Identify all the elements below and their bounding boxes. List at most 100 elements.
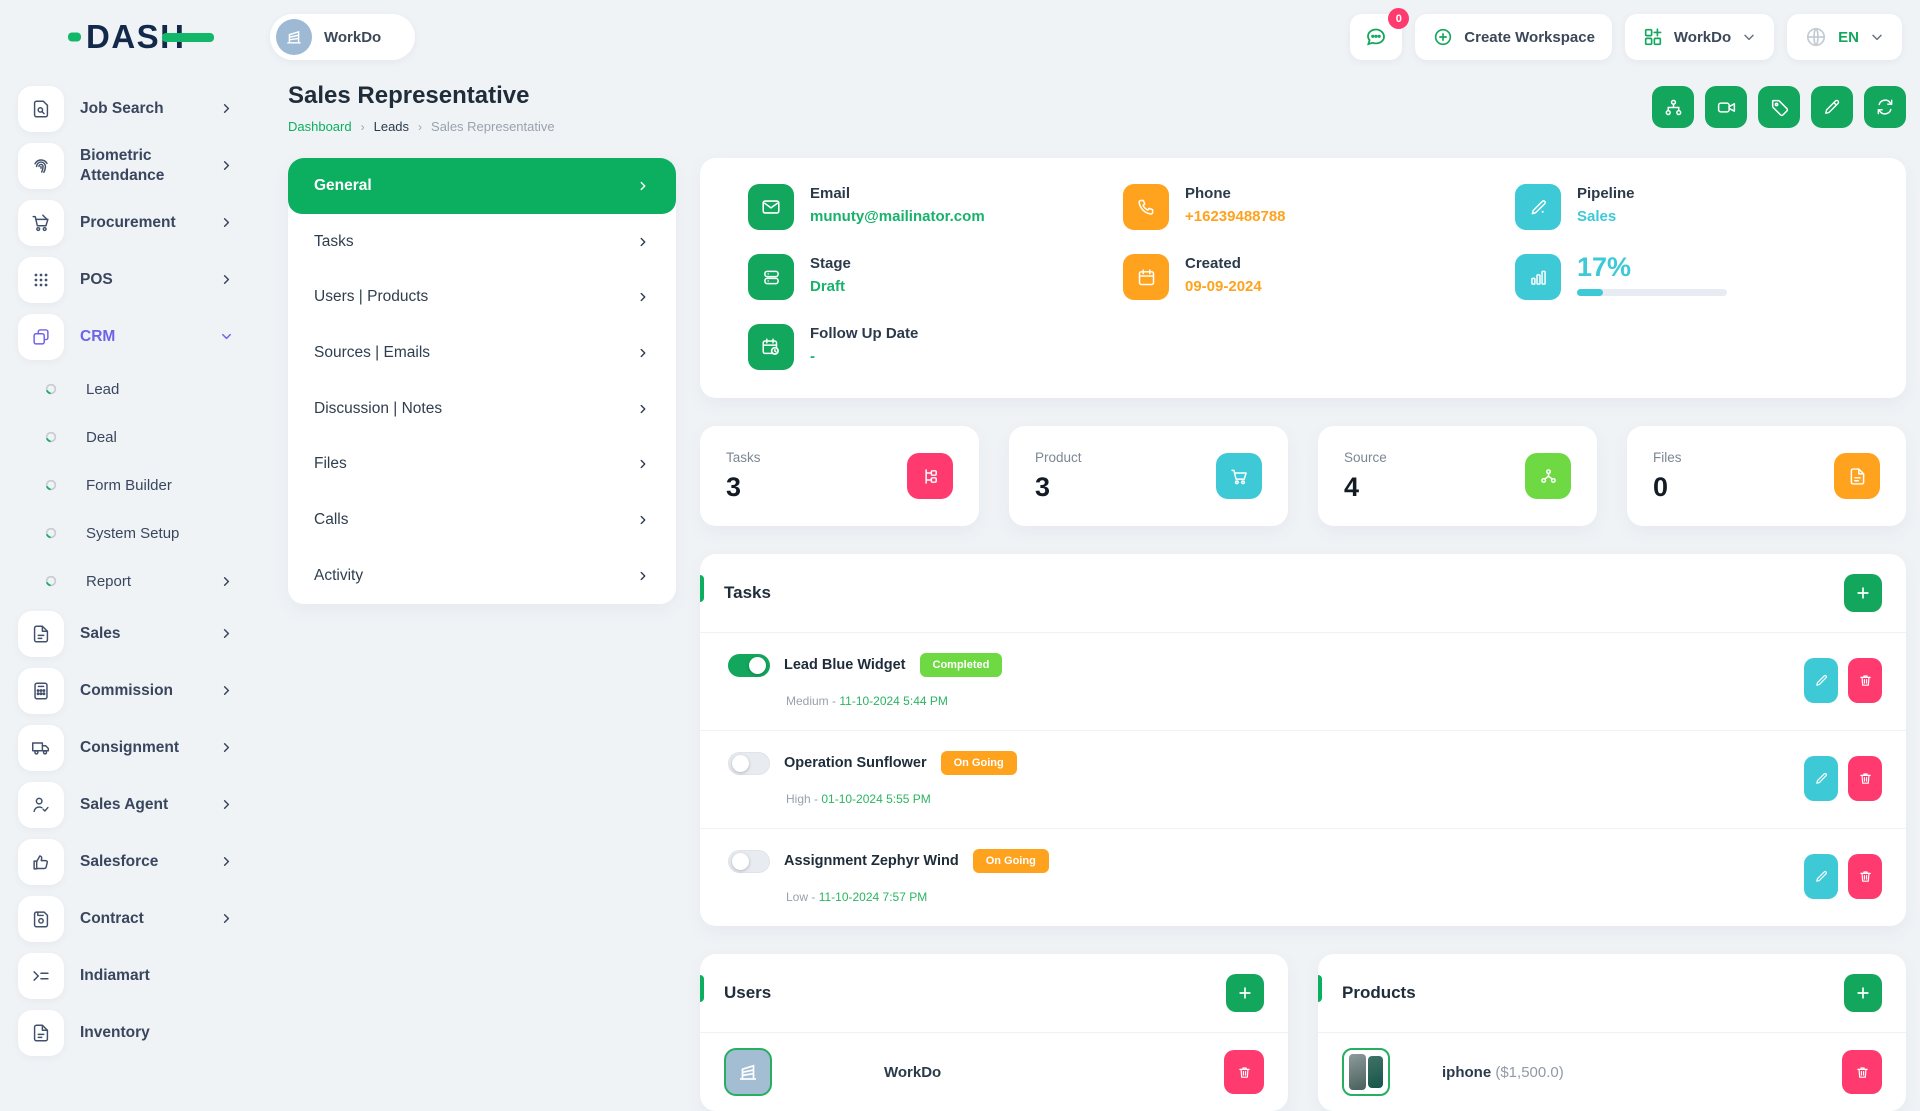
task-complete-toggle[interactable] [728,654,770,677]
tab-files[interactable]: Files [288,436,676,492]
stat-card-files: Files 0 [1627,426,1906,526]
trash-icon [1858,673,1873,688]
breadcrumb-current: Sales Representative [431,119,555,134]
product-name-price: iphone ($1,500.0) [1442,1064,1564,1081]
tab-activity[interactable]: Activity [288,548,676,604]
chevron-right-icon [219,626,234,641]
notification-badge: 0 [1388,8,1409,29]
edit-lead-button[interactable] [1811,86,1853,128]
delete-task-button[interactable] [1848,854,1882,899]
delete-task-button[interactable] [1848,658,1882,703]
sidebar-subitem-form-builder[interactable]: Form Builder [18,461,262,509]
sidebar-item-sales[interactable]: Sales [18,605,262,662]
bullet-icon [44,574,58,588]
task-complete-toggle[interactable] [728,752,770,775]
sidebar-item-salesforce[interactable]: Salesforce [18,833,262,890]
tab-general[interactable]: General [288,158,676,214]
sidebar-item-inventory[interactable]: Inventory [18,1004,262,1061]
tasks-section: Tasks Lead Blue Widget Completed [700,554,1906,926]
breadcrumb: Dashboard › Leads › Sales Representative [288,119,555,134]
stat-card-tasks: Tasks 3 [700,426,979,526]
lead-progress-bar[interactable] [1577,289,1727,296]
meeting-video-button[interactable] [1705,86,1747,128]
tab-calls[interactable]: Calls [288,492,676,548]
sidebar-item-crm[interactable]: CRM [18,308,262,365]
building-icon [736,1060,760,1084]
chevron-down-icon [1869,29,1885,45]
file-icon [18,1010,64,1056]
lead-general-info-card: Email munuty@mailinator.com Phone +16239… [700,158,1906,398]
cart-icon [1216,453,1262,499]
add-task-button[interactable] [1844,574,1882,612]
chat-icon [1364,25,1388,49]
chevron-right-icon [219,272,234,287]
sidebar-item-indiamart[interactable]: Indiamart [18,947,262,1004]
truck-icon [18,725,64,771]
dash-logo[interactable]: DASH [18,18,270,56]
sidebar-item-biometric-attendance[interactable]: Biometric Attendance [18,137,262,194]
task-complete-toggle[interactable] [728,850,770,873]
sidebar-item-pos[interactable]: POS [18,251,262,308]
workspace-dropdown[interactable]: WorkDo [1625,14,1774,60]
messages-button[interactable]: 0 [1350,14,1402,60]
created-value: 09-09-2024 [1185,278,1262,295]
chevron-right-icon [636,290,650,304]
follow-up-value: - [810,348,918,365]
sidebar-subitem-report[interactable]: Report [18,557,262,605]
chevron-right-icon [636,569,650,583]
trash-icon [1858,771,1873,786]
create-workspace-button[interactable]: Create Workspace [1415,14,1612,60]
workspace-avatar [276,19,312,55]
convert-to-deal-button[interactable] [1864,86,1906,128]
sidebar-item-job-search[interactable]: Job Search [18,80,262,137]
lead-progress-percent: 17% [1577,254,1727,281]
plus-circle-icon [1432,26,1454,48]
plus-icon [1236,984,1254,1002]
sidebar-subitem-system-setup[interactable]: System Setup [18,509,262,557]
page-actions [1652,86,1906,128]
language-label: EN [1838,29,1859,46]
tab-tasks[interactable]: Tasks [288,214,676,270]
task-datetime: 11-10-2024 5:44 PM [839,694,948,708]
breadcrumb-leads[interactable]: Leads [374,119,409,134]
tab-users-products[interactable]: Users | Products [288,269,676,325]
tab-sources-emails[interactable]: Sources | Emails [288,325,676,381]
chevron-right-icon [636,402,650,416]
sidebar-item-commission[interactable]: Commission [18,662,262,719]
chevron-right-icon [219,740,234,755]
calendar-clock-icon [748,324,794,370]
sidebar-item-procurement[interactable]: Procurement [18,194,262,251]
add-product-button[interactable] [1844,974,1882,1012]
remove-user-button[interactable] [1224,1050,1264,1094]
edit-task-button[interactable] [1804,658,1838,703]
task-name: Lead Blue Widget [784,657,906,673]
sidebar-item-consignment[interactable]: Consignment [18,719,262,776]
sidebar-item-contract[interactable]: Contract [18,890,262,947]
labels-tag-button[interactable] [1758,86,1800,128]
task-priority: High - [786,792,818,806]
thumbs-up-icon [18,839,64,885]
calculator-icon [18,668,64,714]
tag-icon [1769,97,1790,118]
section-accent-bar [700,975,704,1002]
sidebar-subitem-deal[interactable]: Deal [18,413,262,461]
tab-discussion-notes[interactable]: Discussion | Notes [288,381,676,437]
edit-task-button[interactable] [1804,756,1838,801]
workspace-switcher-pill[interactable]: WorkDo [270,14,415,60]
labels-sitemap-button[interactable] [1652,86,1694,128]
chevron-right-icon [219,911,234,926]
edit-task-button[interactable] [1804,854,1838,899]
language-dropdown[interactable]: EN [1787,14,1902,60]
delete-task-button[interactable] [1848,756,1882,801]
top-header: DASH WorkDo 0 Create Workspace [0,0,1920,64]
task-row: Operation Sunflower On Going High - 01-1… [700,731,1906,829]
remove-product-button[interactable] [1842,1050,1882,1094]
bullet-icon [44,478,58,492]
breadcrumb-dashboard[interactable]: Dashboard [288,119,352,134]
plus-icon [1854,584,1872,602]
add-user-button[interactable] [1226,974,1264,1012]
sidebar-subitem-lead[interactable]: Lead [18,365,262,413]
trash-icon [1858,869,1873,884]
chevron-right-icon: › [361,120,365,134]
sidebar-item-sales-agent[interactable]: Sales Agent [18,776,262,833]
